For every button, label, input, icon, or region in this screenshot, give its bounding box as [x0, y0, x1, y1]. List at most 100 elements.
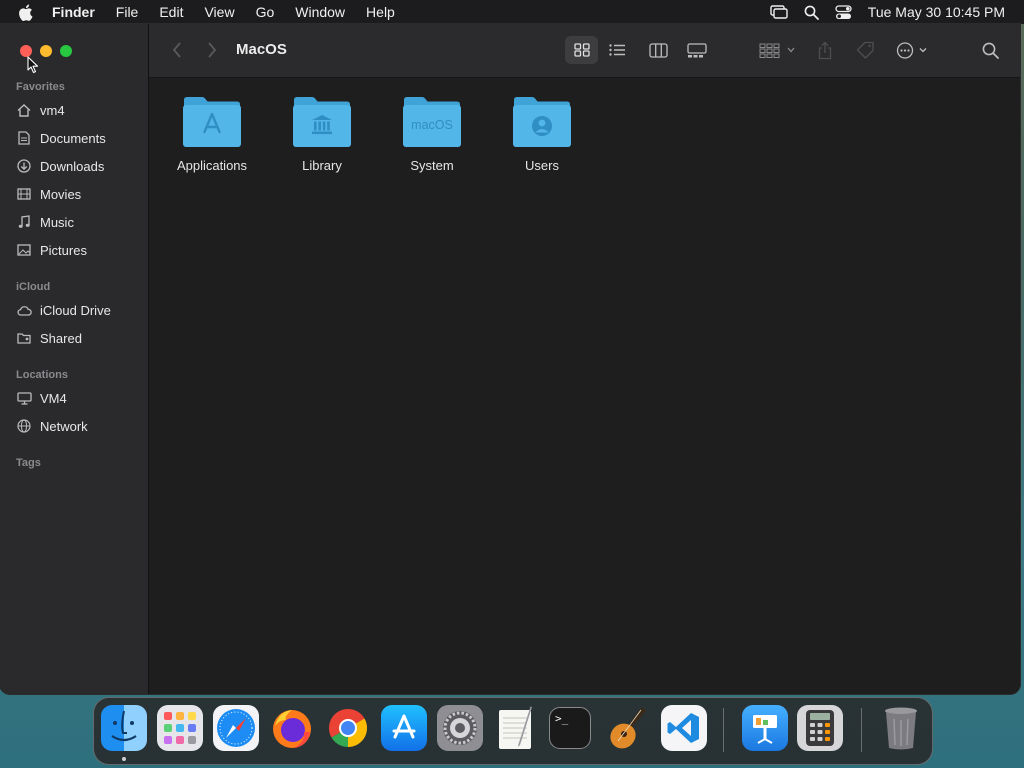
menu-file[interactable]: File — [116, 4, 139, 20]
sidebar-item-label: vm4 — [40, 102, 65, 118]
gear-icon — [443, 711, 477, 745]
menu-edit[interactable]: Edit — [159, 4, 183, 20]
dock: >_ — [93, 697, 933, 765]
firefox-icon — [273, 710, 311, 748]
sidebar-item-label: Movies — [40, 186, 82, 202]
sidebar-item-vm4-computer[interactable]: VM4 — [16, 387, 144, 409]
sidebar: Favorites vm4 Documents Downloads Movies — [0, 24, 149, 694]
dock-app-chrome[interactable] — [325, 705, 371, 751]
cloud-icon — [16, 303, 32, 317]
back-icon[interactable] — [167, 40, 187, 60]
gallery-view-icon[interactable] — [684, 38, 710, 62]
running-indicator — [122, 757, 126, 761]
dock-app-terminal[interactable]: >_ — [549, 707, 591, 749]
folder-item-users[interactable]: Users — [487, 96, 597, 173]
film-icon — [16, 187, 32, 201]
more-actions-icon[interactable] — [894, 38, 934, 62]
screen-mirroring-icon[interactable] — [770, 5, 788, 19]
sidebar-item-label: Shared — [40, 330, 82, 346]
menu-view[interactable]: View — [204, 4, 234, 20]
dock-app-app-store[interactable] — [381, 705, 427, 751]
group-icon[interactable] — [758, 38, 798, 62]
folder-icon — [513, 97, 571, 147]
list-view-icon[interactable] — [605, 38, 629, 62]
menu-window[interactable]: Window — [295, 4, 345, 20]
sidebar-item-label: Music — [40, 214, 74, 230]
dock-app-firefox[interactable] — [269, 705, 315, 751]
sidebar-item-music[interactable]: Music — [16, 211, 144, 233]
dock-app-launchpad[interactable] — [157, 705, 203, 751]
menubar-clock[interactable]: Tue May 30 10:45 PM — [868, 4, 1005, 20]
dock-app-textedit[interactable] — [493, 705, 539, 751]
apple-menu-icon[interactable] — [18, 4, 36, 21]
search-icon[interactable] — [979, 39, 1001, 61]
app-store-icon — [392, 714, 416, 739]
sidebar-item-label: Documents — [40, 130, 106, 146]
sidebar-section-locations: Locations — [16, 369, 68, 381]
control-center-icon[interactable] — [835, 4, 852, 20]
mouse-cursor-icon — [27, 56, 39, 79]
spotlight-search-icon[interactable] — [804, 5, 819, 20]
menu-go[interactable]: Go — [256, 4, 275, 20]
share-icon[interactable] — [815, 37, 835, 63]
computer-icon — [16, 391, 32, 405]
sidebar-item-label: VM4 — [40, 390, 67, 406]
sidebar-item-network[interactable]: Network — [16, 415, 144, 437]
file-browser-content: Applications Library macOS System Users — [149, 78, 1020, 694]
keynote-podium-icon — [753, 715, 777, 744]
system-folder-glyph: macOS — [411, 118, 453, 132]
sidebar-item-pictures[interactable]: Pictures — [16, 239, 144, 261]
folder-item-applications[interactable]: Applications — [157, 96, 267, 173]
sidebar-item-label: Pictures — [40, 242, 87, 258]
forward-icon[interactable] — [202, 40, 222, 60]
sidebar-item-vm4[interactable]: vm4 — [16, 99, 144, 121]
home-icon — [16, 103, 32, 117]
window-title: MacOS — [236, 41, 287, 58]
dock-app-calculator[interactable] — [797, 705, 843, 751]
textedit-icon — [499, 706, 532, 749]
sidebar-item-shared[interactable]: Shared — [16, 327, 144, 349]
launchpad-icon — [164, 712, 196, 744]
sidebar-item-icloud-drive[interactable]: iCloud Drive — [16, 299, 144, 321]
dock-separator — [861, 708, 862, 752]
dock-app-finder[interactable] — [101, 705, 147, 751]
tag-icon[interactable] — [854, 38, 876, 62]
photo-icon — [16, 243, 32, 257]
shared-folder-icon — [16, 331, 32, 345]
toolbar: MacOS — [149, 24, 1020, 78]
sidebar-section-favorites: Favorites — [16, 81, 65, 93]
icon-view-icon[interactable] — [565, 36, 598, 64]
column-view-icon[interactable] — [646, 38, 670, 62]
folder-icon — [293, 97, 351, 147]
dock-app-vscode[interactable] — [661, 705, 707, 751]
sidebar-item-downloads[interactable]: Downloads — [16, 155, 144, 177]
folder-item-system[interactable]: macOS System — [377, 96, 487, 173]
vscode-icon — [667, 713, 699, 743]
safari-compass-icon — [217, 709, 255, 747]
folder-icon — [183, 97, 241, 147]
menu-app-finder[interactable]: Finder — [52, 4, 95, 20]
folder-label: Applications — [176, 158, 248, 173]
sidebar-item-movies[interactable]: Movies — [16, 183, 144, 205]
terminal-prompt: >_ — [555, 712, 569, 725]
folder-label: Library — [302, 158, 342, 173]
dock-app-trash[interactable] — [878, 705, 924, 751]
dock-app-garageband[interactable] — [605, 705, 651, 751]
menu-bar: Finder File Edit View Go Window Help Tue… — [0, 0, 1024, 24]
dock-app-keynote[interactable] — [742, 705, 788, 751]
guitar-icon — [610, 707, 646, 749]
folder-icon: macOS — [403, 97, 461, 147]
zoom-window-button[interactable] — [60, 45, 72, 57]
folder-item-library[interactable]: Library — [267, 96, 377, 173]
sidebar-item-documents[interactable]: Documents — [16, 127, 144, 149]
dock-app-safari[interactable] — [213, 705, 259, 751]
chrome-icon — [328, 708, 368, 748]
menubar-status-area: Tue May 30 10:45 PM — [770, 0, 1024, 24]
globe-icon — [16, 419, 32, 433]
minimize-window-button[interactable] — [40, 45, 52, 57]
finder-icon — [111, 710, 137, 742]
dock-separator — [723, 708, 724, 752]
dock-app-system-preferences[interactable] — [437, 705, 483, 751]
menu-help[interactable]: Help — [366, 4, 395, 20]
folder-label: Users — [525, 158, 559, 173]
